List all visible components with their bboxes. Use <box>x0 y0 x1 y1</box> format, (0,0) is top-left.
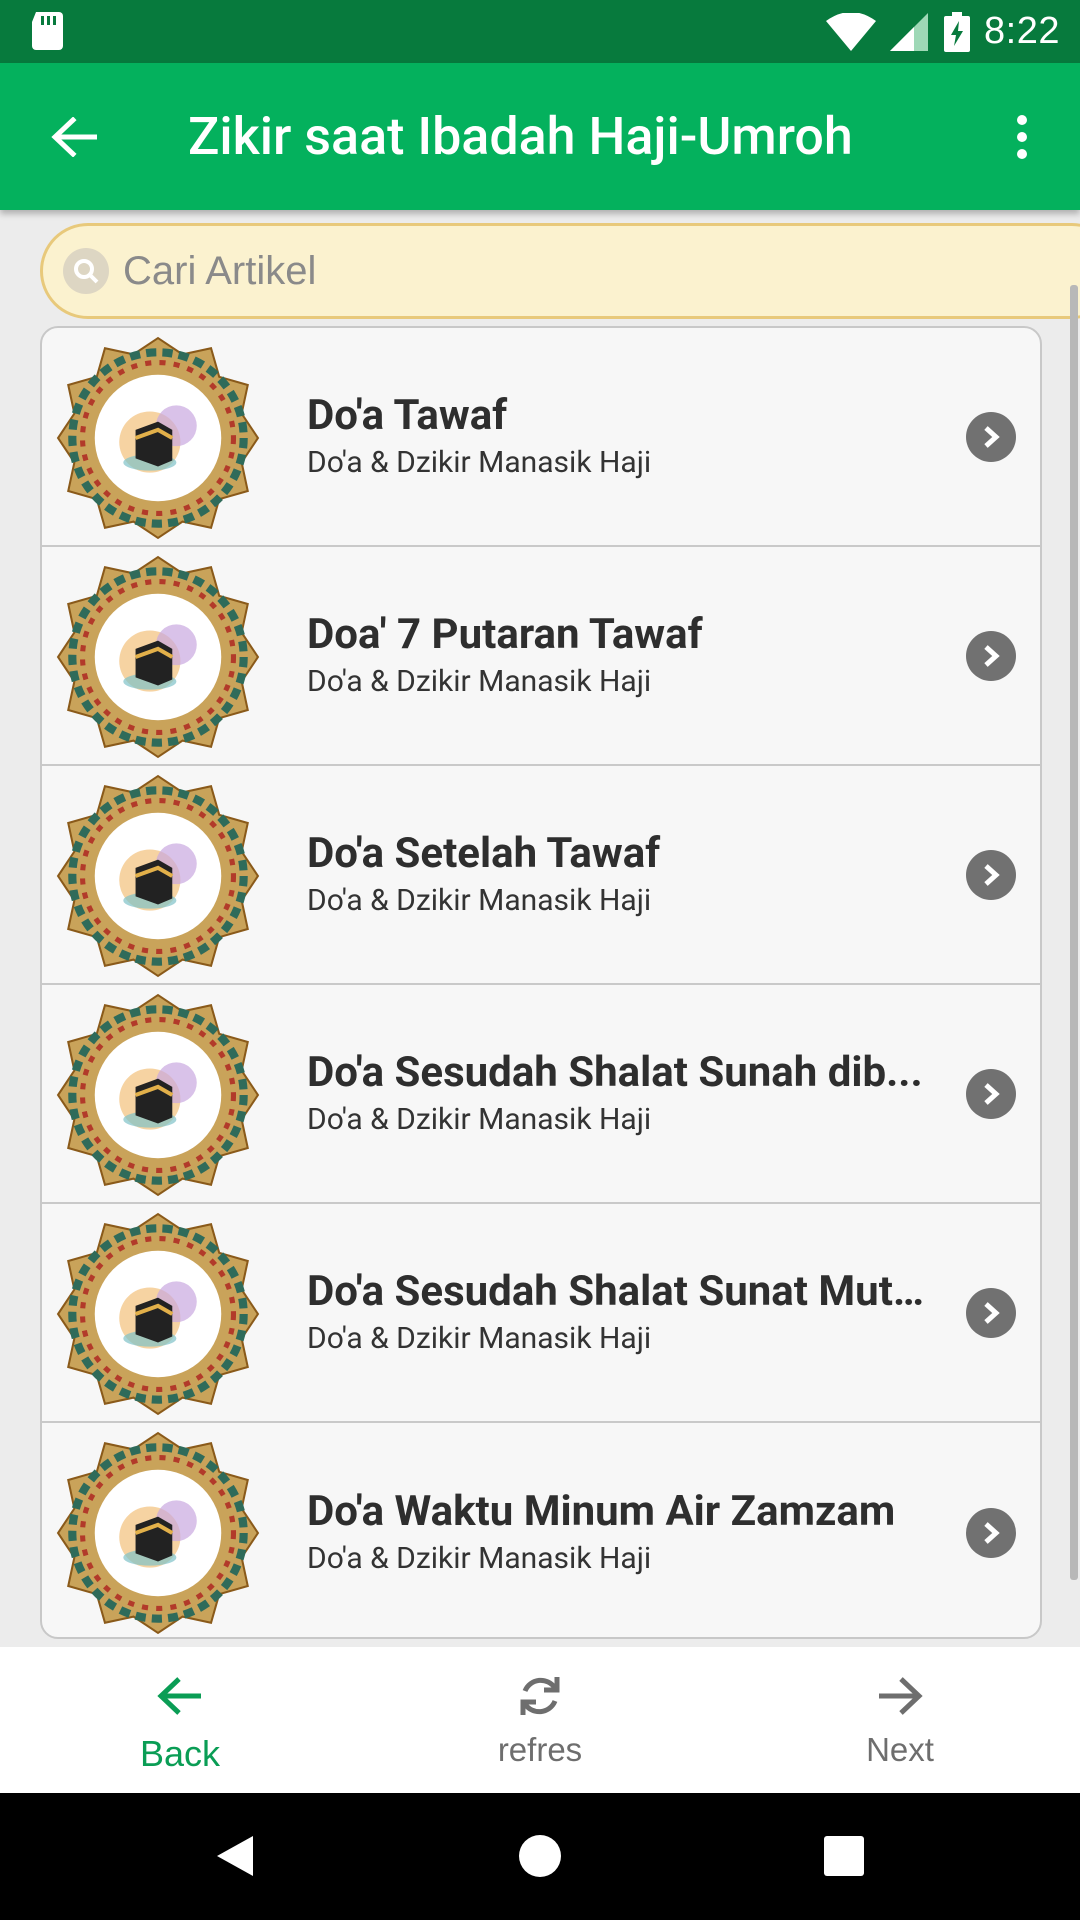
list-item[interactable]: Do'a Sesudah Shalat Sunat Mutl... Do'a &… <box>42 1204 1040 1423</box>
search-icon <box>63 248 109 294</box>
wifi-icon <box>826 12 877 51</box>
item-title: Do'a Tawaf <box>307 390 508 440</box>
kaaba-ornament-icon <box>56 774 260 978</box>
overflow-menu-button[interactable] <box>986 101 1058 173</box>
list-item[interactable]: Do'a Sesudah Shalat Sunah dib... Do'a & … <box>42 985 1040 1204</box>
kaaba-ornament-icon <box>56 555 260 759</box>
kaaba-ornament-icon <box>56 1431 260 1635</box>
item-title: Do'a Sesudah Shalat Sunah dib... <box>307 1047 923 1097</box>
status-bar: 8:22 <box>0 0 1080 63</box>
system-nav-bar <box>0 1793 1080 1920</box>
back-button[interactable] <box>38 101 110 173</box>
arrow-left-icon <box>157 1677 201 1715</box>
triangle-back-icon <box>217 1836 253 1876</box>
kaaba-ornament-icon <box>56 1212 260 1416</box>
nav-back-button[interactable] <box>205 1826 265 1886</box>
next-button[interactable]: Next <box>790 1647 1010 1793</box>
kaaba-ornament-icon <box>56 993 260 1197</box>
item-subtitle: Do'a & Dzikir Manasik Haji <box>307 1540 652 1576</box>
arrow-left-icon <box>51 117 97 157</box>
list-item[interactable]: Do'a Waktu Minum Air Zamzam Do'a & Dziki… <box>42 1423 1040 1637</box>
item-subtitle: Do'a & Dzikir Manasik Haji <box>307 882 652 918</box>
item-title: Do'a Setelah Tawaf <box>307 828 661 878</box>
list-item[interactable]: Do'a Setelah Tawaf Do'a & Dzikir Manasik… <box>42 766 1040 985</box>
circle-home-icon <box>519 1835 561 1877</box>
list-item[interactable]: Do'a Tawaf Do'a & Dzikir Manasik Haji <box>42 328 1040 547</box>
chevron-right-icon[interactable] <box>966 630 1016 681</box>
back-nav-button[interactable]: Back <box>70 1647 290 1793</box>
item-subtitle: Do'a & Dzikir Manasik Haji <box>307 444 652 480</box>
search-bar[interactable] <box>40 223 1080 319</box>
nav-recents-button[interactable] <box>814 1826 874 1886</box>
back-label: Back <box>139 1733 221 1774</box>
item-title: Doa' 7 Putaran Tawaf <box>307 609 703 659</box>
item-subtitle: Do'a & Dzikir Manasik Haji <box>307 663 652 699</box>
item-title: Do'a Waktu Minum Air Zamzam <box>307 1486 896 1536</box>
app-bar: Zikir saat Ibadah Haji-Umroh <box>0 63 1080 210</box>
sd-card-icon <box>32 12 63 50</box>
bottom-action-bar: Back refres Next <box>0 1647 1080 1793</box>
chevron-right-icon[interactable] <box>966 1068 1016 1119</box>
scrollbar[interactable] <box>1070 285 1078 1580</box>
chevron-right-icon[interactable] <box>966 849 1016 900</box>
next-label: Next <box>866 1731 934 1768</box>
item-title: Do'a Sesudah Shalat Sunat Mutl... <box>307 1266 930 1316</box>
search-input[interactable] <box>123 248 823 294</box>
item-subtitle: Do'a & Dzikir Manasik Haji <box>307 1101 652 1137</box>
chevron-right-icon[interactable] <box>966 411 1016 462</box>
kaaba-ornament-icon <box>56 336 260 540</box>
square-recents-icon <box>824 1836 864 1876</box>
page-title: Zikir saat Ibadah Haji-Umroh <box>188 106 853 167</box>
chevron-right-icon[interactable] <box>966 1507 1016 1558</box>
nav-home-button[interactable] <box>510 1826 570 1886</box>
more-vert-icon <box>1017 115 1027 159</box>
article-list: Do'a Tawaf Do'a & Dzikir Manasik Haji Do… <box>40 326 1042 1639</box>
list-item[interactable]: Doa' 7 Putaran Tawaf Do'a & Dzikir Manas… <box>42 547 1040 766</box>
status-time: 8:22 <box>984 10 1060 52</box>
item-subtitle: Do'a & Dzikir Manasik Haji <box>307 1320 652 1356</box>
arrow-right-icon <box>879 1677 923 1715</box>
chevron-right-icon[interactable] <box>966 1287 1016 1338</box>
battery-charging-icon <box>944 11 971 52</box>
refresh-icon <box>520 1677 560 1715</box>
refresh-button[interactable]: refres <box>430 1647 650 1793</box>
refresh-label: refres <box>497 1731 583 1768</box>
signal-icon <box>890 12 929 51</box>
